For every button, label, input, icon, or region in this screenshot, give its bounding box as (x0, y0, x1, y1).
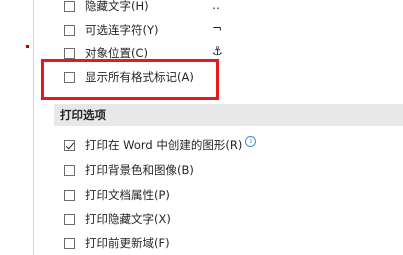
checkbox-optional-hyphens[interactable] (64, 24, 75, 36)
checkbox-print-properties[interactable] (64, 189, 75, 201)
checkbox-print-drawings[interactable] (64, 139, 75, 151)
option-update-fields-label: 打印前更新域(F) (85, 236, 170, 250)
option-hidden-text[interactable]: 隐藏文字(H) (64, 0, 394, 17)
option-print-background-label: 打印背景色和图像(B) (85, 163, 194, 177)
option-print-hidden-text-label: 打印隐藏文字(X) (85, 212, 171, 226)
option-hidden-text-label: 隐藏文字(H) (85, 0, 149, 13)
highlight-box (41, 59, 219, 100)
checkbox-object-anchors[interactable] (64, 47, 75, 59)
anchor-icon: ⚓ (212, 44, 223, 58)
option-object-anchors-label: 对象位置(C) (85, 46, 149, 60)
option-update-fields[interactable]: 打印前更新域(F) (64, 232, 394, 254)
left-nav-strip (0, 0, 32, 255)
info-icon[interactable]: i (245, 135, 257, 147)
checkbox-update-fields[interactable] (64, 237, 75, 249)
option-optional-hyphens-label: 可选连字符(Y) (85, 23, 159, 37)
option-optional-hyphens[interactable]: 可选连字符(Y) (64, 19, 394, 41)
print-options-header: 打印选项 (54, 104, 403, 126)
selection-marker (26, 45, 29, 48)
option-print-hidden-text[interactable]: 打印隐藏文字(X) (64, 208, 394, 230)
option-print-background[interactable]: 打印背景色和图像(B) (64, 159, 394, 181)
option-print-properties[interactable]: 打印文档属性(P) (64, 184, 394, 206)
checkbox-print-hidden-text[interactable] (64, 213, 75, 225)
option-print-properties-label: 打印文档属性(P) (85, 188, 170, 202)
print-options-title: 打印选项 (60, 108, 106, 122)
checkbox-print-background[interactable] (64, 164, 75, 176)
hidden-text-mark: ‥ (212, 0, 221, 12)
checkbox-hidden-text[interactable] (64, 0, 75, 12)
option-print-drawings[interactable]: 打印在 Word 中创建的图形(R) i (64, 134, 394, 156)
optional-hyphen-mark: ¬ (212, 21, 223, 35)
option-print-drawings-label: 打印在 Word 中创建的图形(R) (85, 138, 243, 152)
